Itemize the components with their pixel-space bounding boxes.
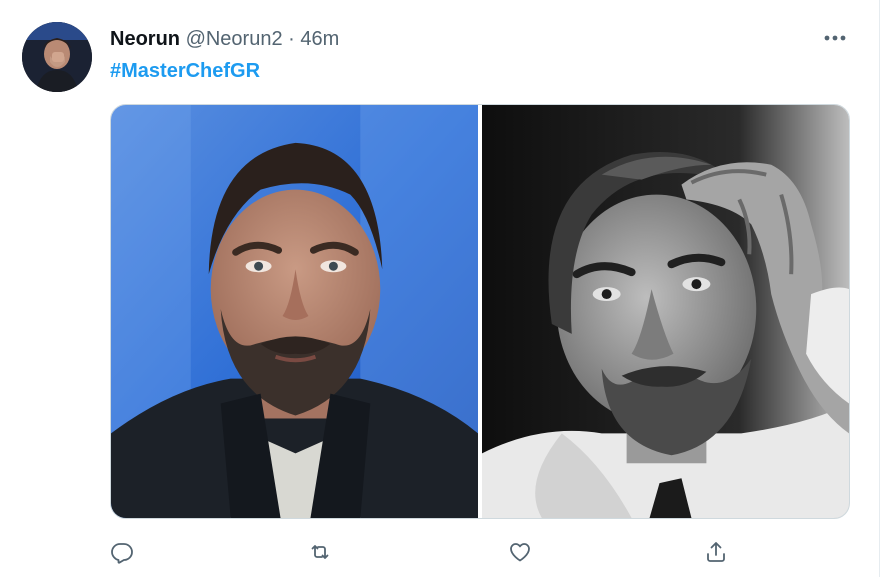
separator-dot: · [288, 28, 295, 50]
retweet-button[interactable] [302, 534, 338, 570]
more-options-button[interactable] [818, 24, 852, 52]
tweet-card[interactable]: Neorun @Neorun2 · 46m #MasterChefGR [0, 0, 880, 577]
media-photo-right[interactable] [482, 105, 849, 518]
photo-right-image [482, 105, 849, 518]
timestamp[interactable]: 46m [300, 28, 339, 50]
avatar-image [22, 22, 92, 92]
avatar[interactable] [22, 22, 92, 92]
hashtag-link[interactable]: #MasterChefGR [110, 58, 260, 84]
photo-left-image [111, 105, 478, 518]
reply-button[interactable] [104, 534, 140, 570]
reply-icon [111, 543, 133, 564]
tweet-actions-bar [110, 534, 850, 570]
user-handle[interactable]: @Neorun2 [186, 28, 283, 50]
more-horizontal-icon [824, 35, 846, 41]
tweet-header: Neorun @Neorun2 · 46m [110, 26, 339, 52]
heart-icon [510, 543, 530, 562]
share-icon [707, 542, 725, 562]
media-grid [110, 104, 850, 519]
media-photo-left[interactable] [111, 105, 478, 518]
share-button[interactable] [698, 534, 734, 570]
display-name[interactable]: Neorun [110, 28, 180, 50]
like-button[interactable] [502, 534, 538, 570]
retweet-icon [311, 545, 329, 559]
